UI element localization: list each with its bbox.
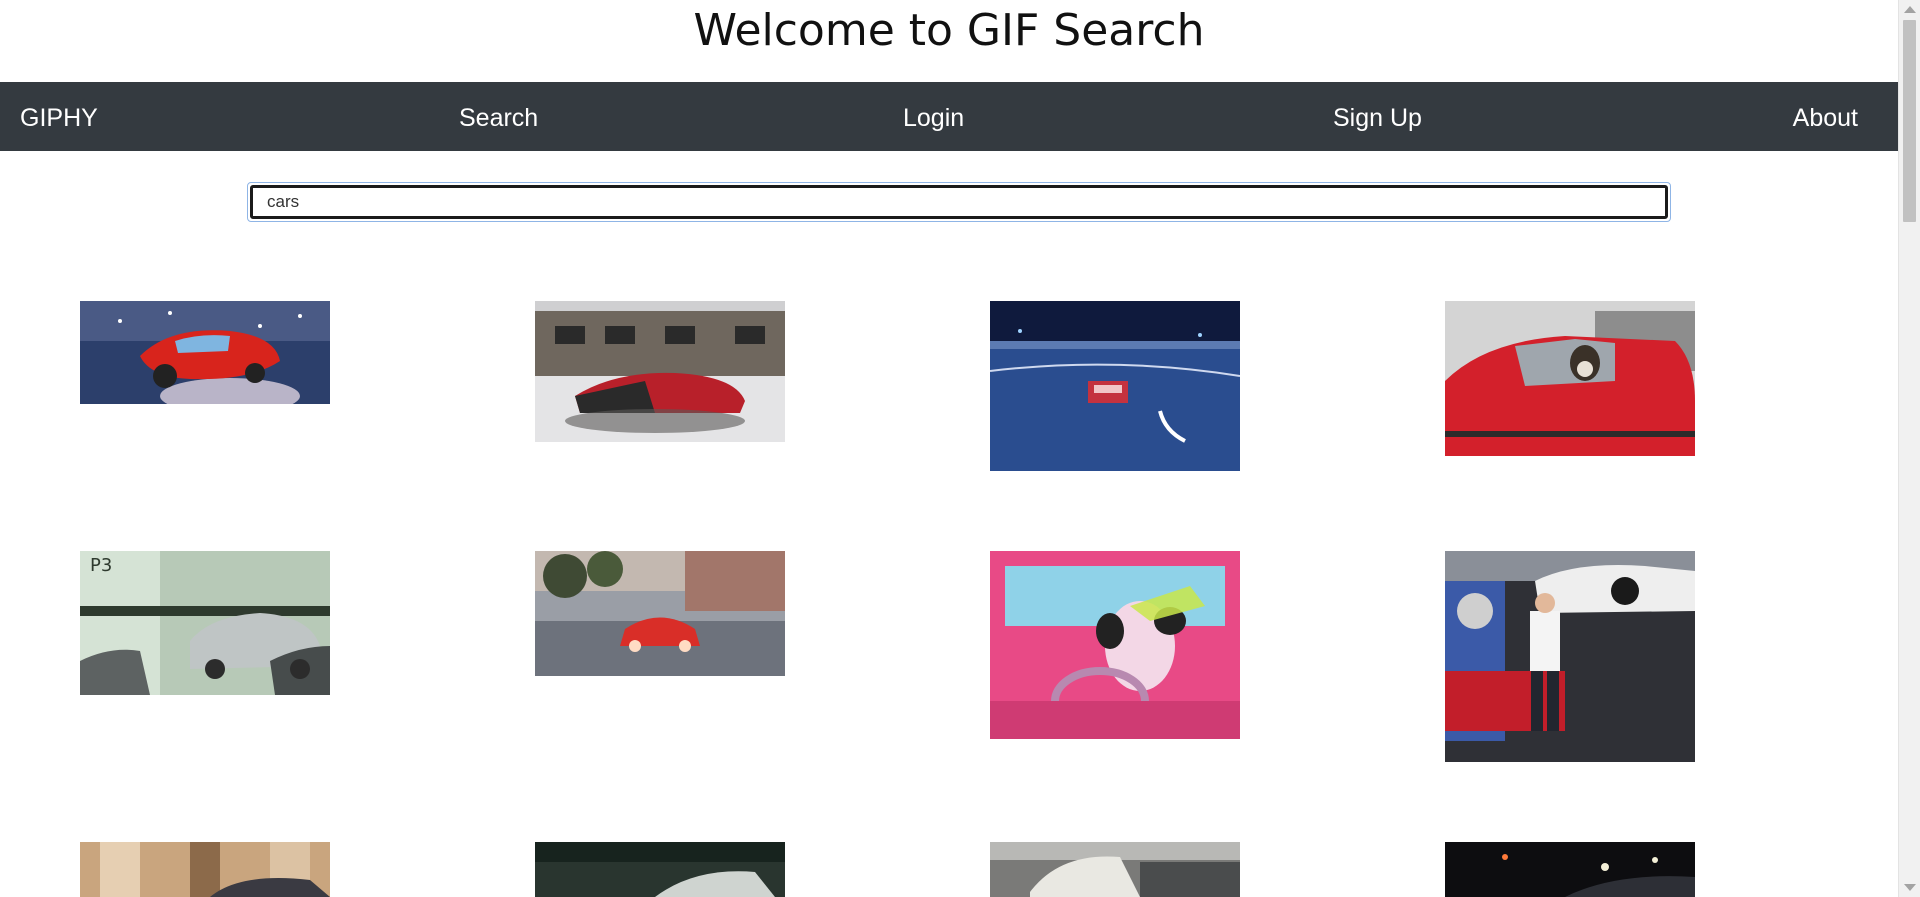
gif-result-cars-night[interactable] (1445, 842, 1695, 897)
vertical-scrollbar[interactable] (1898, 0, 1920, 897)
scroll-thumb[interactable] (1903, 20, 1916, 222)
gif-result-dark-street[interactable] (535, 842, 785, 897)
nav-brand-giphy[interactable]: GIPHY (20, 82, 98, 151)
search-input[interactable] (250, 185, 1668, 219)
gif-result-car-drifting-snow[interactable] (535, 301, 785, 442)
gif-result-parking-garage[interactable]: P3 (80, 551, 330, 695)
gif-result-cartoon-dog-car[interactable] (990, 551, 1240, 739)
page: Welcome to GIF Search GIPHY Search Login… (0, 0, 1898, 897)
navbar: GIPHY Search Login Sign Up About (0, 82, 1898, 151)
gif-result-red-cartoon-car[interactable] (80, 301, 330, 404)
gif-result-car-crash[interactable] (990, 842, 1240, 897)
nav-link-about[interactable]: About (1793, 82, 1858, 151)
scroll-up-icon[interactable] (1904, 6, 1916, 13)
gif-result-mechanic-car-lift[interactable] (1445, 551, 1695, 762)
gif-result-red-sports-car[interactable] (535, 551, 785, 676)
gif-result-dog-driving-car[interactable] (1445, 301, 1695, 456)
svg-text:P3: P3 (90, 555, 112, 576)
gif-result-car-night-highway[interactable] (990, 301, 1240, 471)
gif-result-car-ornate-building[interactable] (80, 842, 330, 897)
search-focus-ring (247, 182, 1671, 222)
page-title: Welcome to GIF Search (693, 5, 1205, 56)
nav-link-signup[interactable]: Sign Up (1333, 82, 1422, 151)
scroll-down-icon[interactable] (1904, 884, 1916, 891)
nav-link-search[interactable]: Search (459, 82, 538, 151)
nav-link-login[interactable]: Login (903, 82, 964, 151)
